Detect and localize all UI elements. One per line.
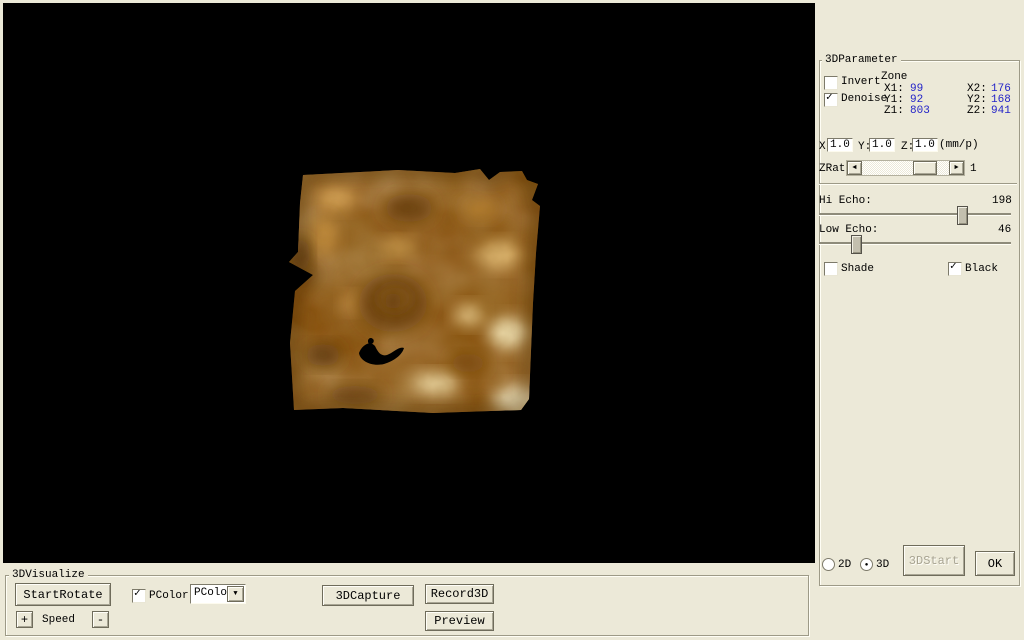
speed-plus-button[interactable]: + — [16, 611, 33, 628]
low-echo-value: 46 — [998, 224, 1011, 236]
zrate-scrollbar[interactable]: ◄ ► — [846, 160, 965, 176]
hi-echo-slider-thumb[interactable] — [957, 206, 968, 225]
mode-3d-label: 3D — [876, 559, 889, 571]
mode-2d-label: 2D — [838, 559, 851, 571]
invert-checkbox[interactable] — [824, 76, 838, 90]
capture-3d-button[interactable]: 3DCapture — [322, 585, 414, 606]
mode-3d-radio[interactable]: ● — [860, 558, 873, 571]
shade-label: Shade — [841, 263, 874, 275]
preview-button[interactable]: Preview — [425, 611, 494, 631]
zrate-scroll-thumb[interactable] — [913, 161, 937, 175]
zrate-scroll-left-button[interactable]: ◄ — [847, 161, 862, 175]
zrate-scroll-right-button[interactable]: ► — [949, 161, 964, 175]
scale-unit-label: (mm/p) — [939, 139, 979, 151]
arrow-left-icon: ◄ — [852, 164, 856, 172]
hi-echo-slider-track[interactable] — [819, 213, 1011, 216]
pcolor-dropdown-button[interactable]: ▼ — [227, 586, 244, 602]
arrow-right-icon: ► — [954, 164, 958, 172]
zone-title: Zone — [881, 71, 907, 83]
zone-z1-label: Z1: — [884, 105, 904, 117]
pcolor-label: PColor — [149, 590, 189, 602]
low-echo-label: Low Echo: — [819, 224, 878, 236]
chevron-down-icon: ▼ — [233, 590, 237, 598]
volume-render[interactable] — [3, 3, 815, 563]
zrate-value: 1 — [970, 163, 977, 175]
start-3d-button[interactable]: 3DStart — [903, 545, 965, 576]
record-3d-button[interactable]: Record3D — [425, 584, 494, 604]
black-checkmark: ✓ — [950, 262, 961, 273]
y-scale-input[interactable] — [869, 138, 895, 152]
visualize-group-title: 3DVisualize — [9, 569, 88, 581]
section-divider — [819, 183, 1017, 185]
black-label: Black — [965, 263, 998, 275]
hi-echo-label: Hi Echo: — [819, 195, 872, 207]
ok-button[interactable]: OK — [975, 551, 1015, 576]
z-scale-input[interactable] — [912, 138, 938, 152]
low-echo-slider-track[interactable] — [819, 242, 1011, 245]
pcolor-checkmark: ✓ — [134, 589, 145, 600]
app-window: 3DParameter Invert ✓ Denoise Zone X1: 99… — [0, 0, 1024, 640]
mode-2d-radio[interactable] — [822, 558, 835, 571]
denoise-checkmark: ✓ — [826, 93, 837, 104]
render-viewport[interactable] — [3, 3, 815, 563]
denoise-label: Denoise — [841, 93, 887, 105]
zone-z2-value: 941 — [991, 105, 1011, 117]
zone-z1-value: 803 — [910, 105, 930, 117]
invert-label: Invert — [841, 76, 881, 88]
pcolor-dropdown[interactable]: PColor ▼ — [190, 584, 246, 604]
parameter-group-title: 3DParameter — [822, 54, 901, 66]
speed-minus-button[interactable]: - — [92, 611, 109, 628]
hi-echo-value: 198 — [992, 195, 1012, 207]
shade-checkbox[interactable] — [824, 262, 838, 276]
x-scale-input[interactable] — [827, 138, 853, 152]
start-rotate-button[interactable]: StartRotate — [15, 583, 111, 606]
zone-z2-label: Z2: — [967, 105, 987, 117]
denoise-checkbox[interactable]: ✓ — [824, 93, 838, 107]
black-checkbox[interactable]: ✓ — [948, 262, 962, 276]
speed-label: Speed — [42, 614, 75, 626]
mode-3d-radio-dot: ● — [865, 562, 869, 568]
pcolor-checkbox[interactable]: ✓ — [132, 589, 146, 603]
low-echo-slider-thumb[interactable] — [851, 235, 862, 254]
